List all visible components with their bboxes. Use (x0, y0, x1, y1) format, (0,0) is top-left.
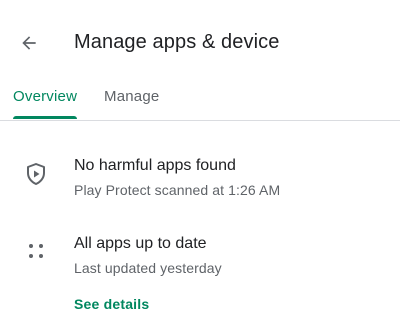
tab-selected-indicator (13, 116, 77, 119)
tabs-divider (0, 120, 400, 121)
back-button[interactable] (12, 26, 46, 60)
tab-manage[interactable]: Manage (104, 88, 159, 105)
updates-subtitle: Last updated yesterday (74, 260, 222, 276)
play-protect-subtitle: Play Protect scanned at 1:26 AM (74, 182, 281, 198)
tab-bar: Overview Manage (0, 80, 400, 121)
see-details-link[interactable]: See details (74, 296, 149, 312)
arrow-back-icon (22, 36, 36, 50)
page-title: Manage apps & device (74, 31, 280, 53)
play-protect-row[interactable]: No harmful apps found Play Protect scann… (0, 150, 400, 210)
app-bar: Manage apps & device (0, 0, 400, 80)
apps-grid-icon (24, 239, 48, 263)
play-protect-title: No harmful apps found (74, 157, 236, 174)
tab-overview[interactable]: Overview (13, 88, 77, 105)
shield-play-icon (24, 162, 48, 186)
updates-title: All apps up to date (74, 235, 207, 252)
updates-row: All apps up to date Last updated yesterd… (0, 228, 400, 318)
